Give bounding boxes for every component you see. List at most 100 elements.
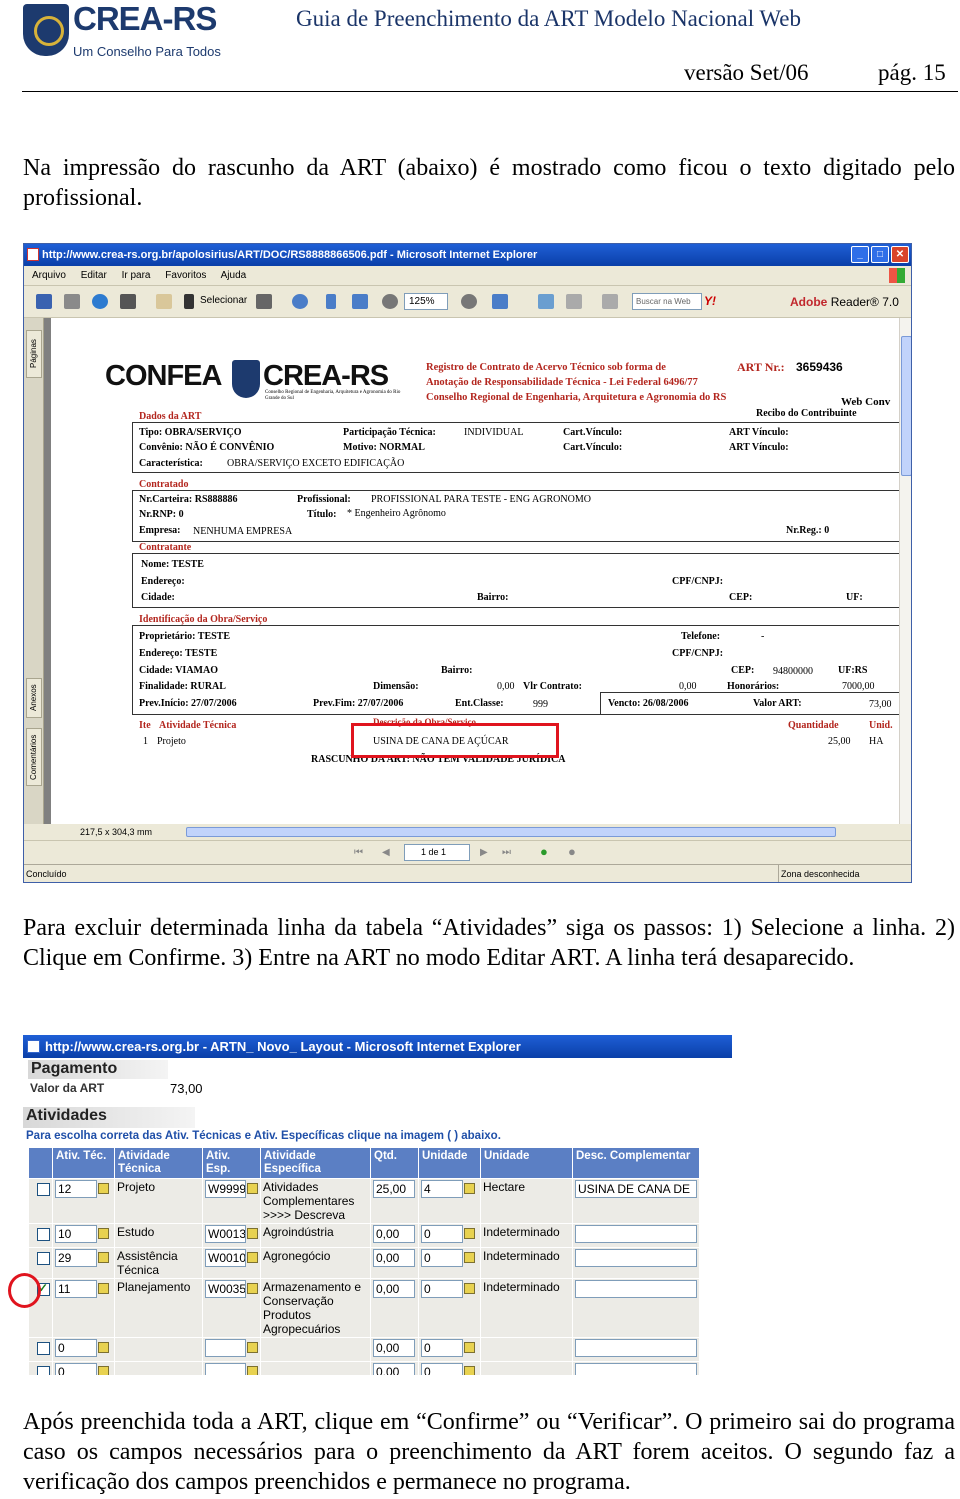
unidade-code-input[interactable]: 0 — [421, 1280, 463, 1298]
desc-complementar-input[interactable] — [575, 1280, 697, 1298]
table-row[interactable]: 29 Assistência Técnica W0010 Agronegócio 0,0… — [28, 1247, 700, 1279]
zoom-plus-icon[interactable] — [461, 294, 477, 309]
row-select-checkbox[interactable] — [37, 1342, 50, 1355]
first-page-icon[interactable]: ⏮ — [354, 847, 363, 858]
review-icon[interactable] — [538, 294, 554, 309]
hscroll-thumb[interactable] — [186, 827, 836, 837]
lookup-icon[interactable] — [98, 1366, 109, 1375]
qtd-input[interactable]: 0,00 — [373, 1339, 415, 1357]
tab-paginas[interactable]: Páginas — [26, 330, 42, 378]
hand-tool-icon[interactable] — [156, 294, 172, 309]
row-select-checkbox[interactable] — [37, 1366, 50, 1375]
ativ-esp-input[interactable]: W0013 — [205, 1225, 246, 1243]
unidade-code-input[interactable]: 0 — [421, 1225, 463, 1243]
last-page-icon[interactable]: ⏭ — [502, 847, 511, 858]
ativ-esp-input[interactable]: W0035 — [205, 1280, 246, 1298]
page-indicator[interactable]: 1 de 1 — [404, 844, 470, 861]
prev-page-icon[interactable]: ◀ — [382, 847, 390, 858]
snapshot-icon[interactable] — [256, 294, 272, 309]
menu-ir-para[interactable]: Ir para — [122, 270, 151, 281]
select-tool-label[interactable]: Selecionar — [200, 295, 247, 306]
menu-arquivo[interactable]: Arquivo — [32, 270, 66, 281]
table-row[interactable]: 11 PlanejamentoW0035 Armazenamento e Conse… — [28, 1278, 700, 1338]
close-button[interactable]: ✕ — [891, 246, 909, 263]
unidade-code-input[interactable]: 4 — [421, 1180, 463, 1198]
qtd-input[interactable]: 0,00 — [373, 1363, 415, 1375]
lookup-icon[interactable] — [247, 1342, 258, 1353]
lookup-icon[interactable] — [247, 1366, 258, 1375]
qtd-input[interactable]: 0,00 — [373, 1249, 415, 1267]
unidade-code-input[interactable]: 0 — [421, 1339, 463, 1357]
lookup-icon[interactable] — [247, 1252, 258, 1263]
undo-icon[interactable] — [566, 294, 582, 309]
select-tool-icon[interactable] — [184, 294, 194, 309]
table-row[interactable]: 0 0,00 0 — [28, 1361, 700, 1375]
tab-anexos[interactable]: Anexos — [26, 678, 42, 718]
lookup-icon[interactable] — [98, 1252, 109, 1263]
maximize-button[interactable]: □ — [871, 246, 889, 263]
ativ-tec-input[interactable]: 11 — [55, 1280, 97, 1298]
lookup-icon[interactable] — [98, 1183, 109, 1194]
vertical-scrollbar[interactable] — [899, 318, 911, 833]
qtd-input[interactable]: 25,00 — [373, 1180, 415, 1198]
row-select-checkbox[interactable] — [37, 1183, 50, 1196]
lookup-icon[interactable] — [247, 1183, 258, 1194]
lookup-icon[interactable] — [247, 1283, 258, 1294]
lookup-icon[interactable] — [464, 1252, 475, 1263]
ativ-tec-input[interactable]: 0 — [55, 1363, 97, 1375]
desc-complementar-input[interactable]: USINA DE CANA DE — [575, 1180, 697, 1198]
menu-favoritos[interactable]: Favoritos — [165, 270, 206, 281]
lookup-icon[interactable] — [464, 1183, 475, 1194]
lookup-icon[interactable] — [464, 1228, 475, 1239]
lookup-icon[interactable] — [464, 1366, 475, 1375]
web-search-input[interactable]: Buscar na Web — [632, 293, 702, 310]
save-icon[interactable] — [36, 294, 52, 309]
lookup-icon[interactable] — [98, 1283, 109, 1294]
ativ-esp-input[interactable]: W0010 — [205, 1249, 246, 1267]
go-forward-icon[interactable]: ● — [568, 844, 576, 859]
zoom-level-input[interactable]: 125% — [404, 293, 448, 310]
desc-complementar-input[interactable] — [575, 1249, 697, 1267]
unidade-code-input[interactable]: 0 — [421, 1363, 463, 1375]
zoom-in-icon[interactable] — [292, 294, 308, 309]
minimize-button[interactable]: _ — [851, 246, 869, 263]
desc-complementar-input[interactable] — [575, 1225, 697, 1243]
lookup-icon[interactable] — [464, 1342, 475, 1353]
lookup-icon[interactable] — [98, 1228, 109, 1239]
go-back-icon[interactable]: ● — [540, 844, 548, 859]
ativ-tec-input[interactable]: 0 — [55, 1339, 97, 1357]
ativ-esp-input[interactable] — [205, 1339, 246, 1357]
ativ-esp-input[interactable]: W9999 — [205, 1180, 246, 1198]
fit-width-icon[interactable] — [352, 294, 368, 309]
ativ-esp-input[interactable] — [205, 1363, 246, 1375]
ativ-tec-input[interactable]: 10 — [55, 1225, 97, 1243]
tab-comentarios[interactable]: Comentários — [26, 728, 42, 786]
desc-complementar-input[interactable] — [575, 1363, 697, 1375]
horizontal-scrollbar[interactable]: 217,5 x 304,3 mm — [24, 824, 911, 840]
scroll-thumb[interactable] — [901, 336, 911, 476]
qtd-input[interactable]: 0,00 — [373, 1225, 415, 1243]
zoom-out-icon[interactable] — [382, 294, 398, 309]
table-row[interactable]: 0 0,00 0 — [28, 1337, 700, 1362]
row-select-checkbox[interactable] — [37, 1252, 50, 1265]
fit-height-icon[interactable] — [326, 294, 336, 309]
lookup-icon[interactable] — [98, 1342, 109, 1353]
clipboard-icon[interactable] — [602, 294, 618, 309]
find-icon[interactable] — [120, 294, 136, 309]
table-row[interactable]: 10 Estudo W0013 Agroindústria 0,00 0 Indetermi… — [28, 1223, 700, 1248]
lookup-icon[interactable] — [247, 1228, 258, 1239]
next-page-icon[interactable]: ▶ — [480, 847, 488, 858]
unidade-code-input[interactable]: 0 — [421, 1249, 463, 1267]
rotate-icon[interactable] — [492, 294, 508, 309]
menu-ajuda[interactable]: Ajuda — [221, 270, 247, 281]
desc-complementar-input[interactable] — [575, 1339, 697, 1357]
ativ-tec-input[interactable]: 29 — [55, 1249, 97, 1267]
email-icon[interactable] — [92, 294, 108, 309]
print-icon[interactable] — [64, 294, 80, 309]
qtd-input[interactable]: 0,00 — [373, 1280, 415, 1298]
yahoo-icon[interactable]: Y! — [704, 294, 716, 308]
menu-editar[interactable]: Editar — [81, 270, 107, 281]
table-row[interactable]: 12 Projeto W9999 Atividades Complementares … — [28, 1178, 700, 1224]
ativ-tec-input[interactable]: 12 — [55, 1180, 97, 1198]
lookup-icon[interactable] — [464, 1283, 475, 1294]
